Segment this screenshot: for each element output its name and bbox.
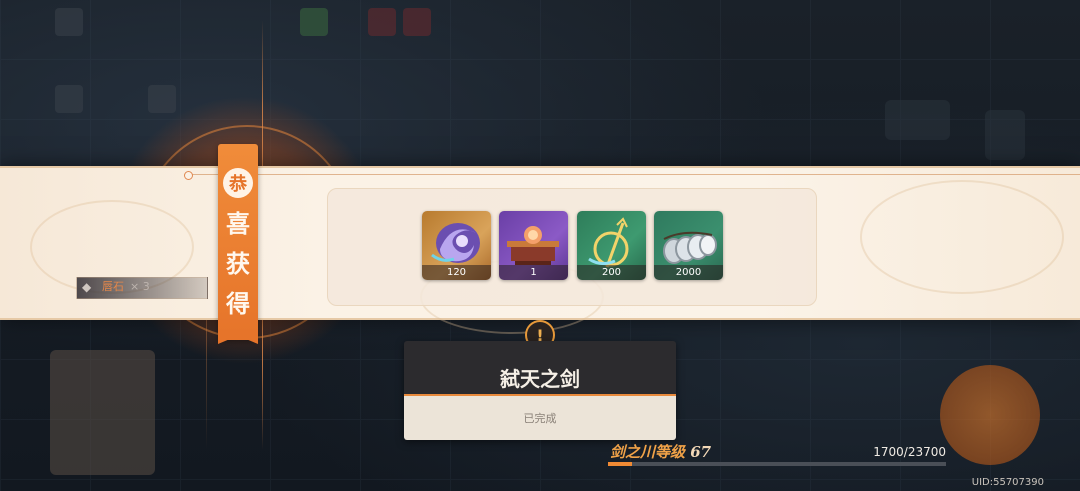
top-red-icon <box>368 8 396 36</box>
quest-title: 弑天之剑 <box>500 367 580 391</box>
xp-fill <box>608 462 633 466</box>
level-value: 67 <box>690 443 712 461</box>
xp-text: 1700/23700 <box>873 445 946 459</box>
title-char-3: 获 <box>226 249 250 278</box>
xp-bar <box>608 462 946 466</box>
reward-quantity: 120 <box>422 265 491 280</box>
item-chip-count: × 3 <box>130 280 150 293</box>
banner-swirl <box>860 180 1064 294</box>
top-avatar-icon <box>55 8 83 36</box>
level-label: 剑之川等级 67 <box>610 441 711 462</box>
action-button[interactable] <box>940 365 1040 465</box>
reward-quantity: 200 <box>577 265 646 280</box>
reward-quantity: 2000 <box>654 265 723 280</box>
top-red-icon-2 <box>403 8 431 36</box>
top-menu-icon <box>55 85 83 113</box>
reward-item[interactable]: 1 <box>499 211 568 280</box>
banner-line-dot <box>184 171 193 180</box>
bg-panel-bottom-left <box>50 350 155 475</box>
reward-item[interactable]: 120 <box>422 211 491 280</box>
quest-card: 弑天之剑 已完成 <box>404 341 676 440</box>
quest-status-bar: 已完成 <box>404 394 676 440</box>
stone-icon: ◆ <box>82 280 92 294</box>
reward-item[interactable]: 200 <box>577 211 646 280</box>
bg-panel-top-right <box>885 100 950 140</box>
top-map-icon <box>148 85 176 113</box>
title-char-2: 喜 <box>226 209 250 238</box>
quest-status: 已完成 <box>523 412 557 425</box>
banner-top-line <box>190 174 1080 175</box>
title-char-1: 恭 <box>223 168 253 198</box>
top-green-icon <box>300 8 328 36</box>
reward-quantity: 1 <box>499 265 568 280</box>
reward-panel <box>327 188 817 306</box>
player-uid: UID:55707390 <box>971 477 1044 488</box>
level-name: 剑之川等级 <box>610 443 686 461</box>
title-char-4: 得 <box>226 289 250 318</box>
item-chip-label: 唇石 <box>102 280 124 293</box>
reward-item[interactable]: 2000 <box>654 211 723 280</box>
bg-panel-right <box>985 110 1025 160</box>
